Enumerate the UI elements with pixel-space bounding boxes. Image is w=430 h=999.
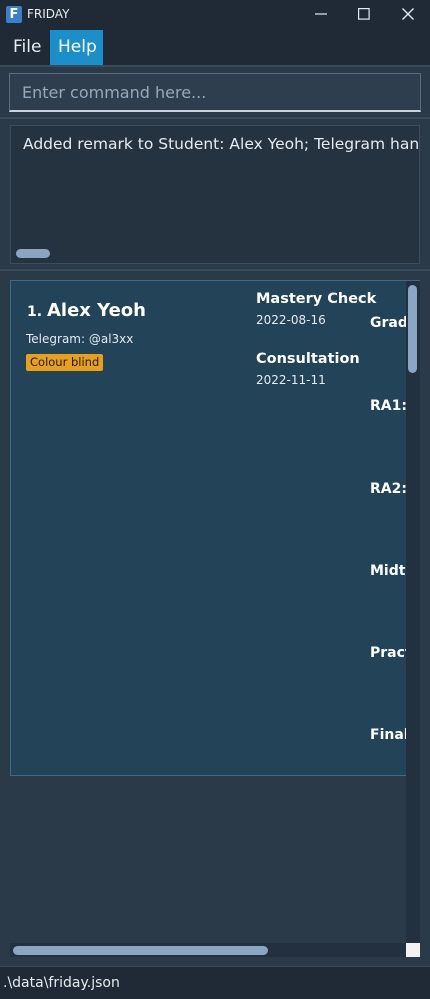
student-card[interactable]: 1. Alex Yeoh Telegram: @al3xx Colour bli… [10, 280, 420, 776]
list-vertical-scrollbar[interactable] [408, 285, 417, 373]
maximize-button[interactable] [341, 0, 387, 30]
command-panel [0, 65, 430, 117]
minimize-button[interactable] [298, 0, 344, 30]
title-bar[interactable]: F FRIDAY [0, 0, 430, 30]
grade-label: RA2: [370, 481, 407, 497]
app-window: F FRIDAY File Help Added remark to Stude… [0, 0, 430, 999]
result-message: Added remark to Student: Alex Yeoh; Tele… [23, 135, 420, 153]
command-input[interactable] [9, 73, 421, 112]
student-tag: Colour blind [26, 354, 104, 371]
student-name: Alex Yeoh [47, 300, 146, 321]
event-date: 2022-08-16 [256, 313, 326, 327]
data-file-path: .\data\friday.json [3, 975, 120, 991]
result-horizontal-scrollbar[interactable] [16, 249, 50, 258]
menu-help[interactable]: Help [50, 30, 103, 65]
list-vertical-scroll-track[interactable] [406, 281, 420, 943]
result-panel: Added remark to Student: Alex Yeoh; Tele… [0, 117, 430, 269]
list-horizontal-scrollbar[interactable] [13, 946, 268, 955]
close-button[interactable] [385, 0, 430, 30]
result-display[interactable]: Added remark to Student: Alex Yeoh; Tele… [10, 125, 420, 264]
event-title: Mastery Check [256, 291, 377, 307]
student-index: 1. [27, 304, 43, 320]
menu-bar: File Help [0, 30, 430, 65]
minimize-icon [315, 13, 327, 15]
close-icon [402, 8, 414, 20]
event-title: Consultation [256, 351, 360, 367]
menu-file[interactable]: File [5, 30, 49, 65]
student-list: 1. Alex Yeoh Telegram: @al3xx Colour bli… [0, 271, 430, 968]
scroll-corner [406, 943, 420, 957]
event-date: 2022-11-11 [256, 373, 326, 387]
student-telegram: Telegram: @al3xx [26, 332, 134, 346]
app-logo-icon: F [6, 6, 22, 23]
student-list-panel: 1. Alex Yeoh Telegram: @al3xx Colour bli… [0, 269, 430, 968]
window-title: FRIDAY [27, 7, 70, 21]
status-bar: .\data\friday.json [0, 966, 430, 999]
maximize-icon [358, 8, 370, 20]
grade-label: RA1: [370, 398, 407, 414]
